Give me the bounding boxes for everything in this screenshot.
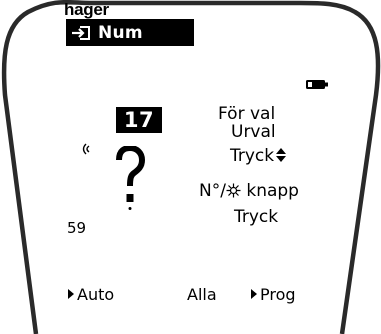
menu-title: Num <box>98 22 143 43</box>
instruction-line-5: Tryck <box>234 207 279 227</box>
menu-header: Num <box>66 19 194 46</box>
up-down-icon <box>276 148 287 162</box>
softkey-auto-label: Auto <box>77 285 115 304</box>
instruction-line-4: N°/ knapp <box>199 181 299 201</box>
arrow-right-icon <box>251 289 257 299</box>
softkey-alla-label: Alla <box>187 285 217 304</box>
instruction-line-3-text: Tryck <box>230 146 275 166</box>
instruction-line-3: Tryck <box>230 146 287 166</box>
star-icon <box>226 183 241 198</box>
instruction-line-2: Urval <box>231 122 276 142</box>
brand-logo: hager <box>64 0 109 19</box>
instruction-line-4-prefix: N°/ <box>199 181 226 201</box>
arrow-right-icon <box>68 289 74 299</box>
softkey-prog[interactable]: Prog <box>251 285 296 304</box>
softkey-auto[interactable]: Auto <box>68 285 114 304</box>
enter-arrow-icon <box>70 24 92 42</box>
battery-icon <box>306 80 328 89</box>
softkey-alla[interactable]: Alla <box>187 285 217 304</box>
softkey-prog-label: Prog <box>260 285 296 304</box>
signal-wave-icon <box>82 143 90 155</box>
instruction-line-4-suffix: knapp <box>240 181 299 201</box>
lcd-screen <box>64 20 326 313</box>
instruction-line-1: För val <box>218 104 276 124</box>
number-badge: 17 <box>116 107 162 133</box>
status-question-mark <box>116 146 146 210</box>
value-59: 59 <box>67 219 87 237</box>
